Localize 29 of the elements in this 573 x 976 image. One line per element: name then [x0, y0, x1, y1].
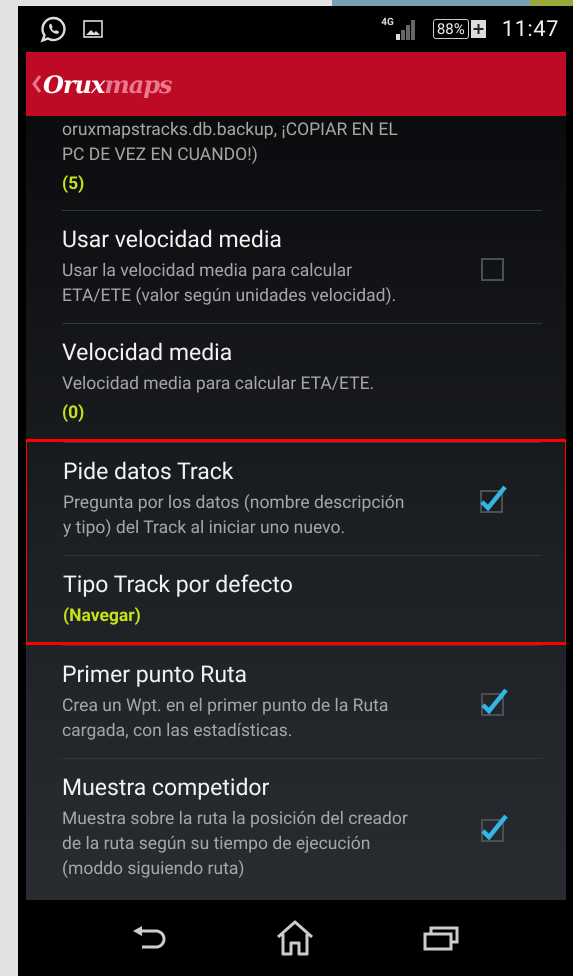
image-icon [83, 20, 103, 38]
app-logo: Oruxmaps [43, 70, 172, 98]
clock-time: 11:47 [502, 16, 559, 42]
setting-description: Muestra sobre la ruta la posición del creador de la ruta según su tiempo de ejecución (moddo siguiendo ruta) [62, 808, 409, 881]
home-icon[interactable] [275, 920, 316, 956]
setting-description: Velocidad media para calcular ETA/ETE. [62, 373, 376, 396]
setting-title[interactable]: Muestra competidor [62, 773, 462, 803]
signal-icon [394, 18, 417, 40]
checkbox[interactable] [478, 687, 508, 717]
recent-apps-icon[interactable] [423, 925, 460, 951]
setting-description: Crea un Wpt. en el primer punto de la Ruta cargada, con las estadísticas. [62, 695, 390, 743]
setting-description: Usar la velocidad media para calcular ETA/ETE (valor según unidades velocidad). [62, 260, 398, 308]
setting-value: (Navegar) [63, 605, 142, 628]
chat-bubble-icon [40, 16, 67, 42]
setting-value: (0) [62, 402, 86, 425]
battery-level: 88% [432, 19, 469, 39]
checkbox[interactable] [478, 812, 508, 842]
setting-title[interactable]: Pide datos Track [63, 457, 461, 487]
setting-title[interactable]: Primer punto Ruta [62, 660, 462, 690]
setting-title[interactable]: Usar velocidad media [62, 225, 462, 255]
setting-title[interactable]: Velocidad media [62, 338, 542, 368]
plus-icon [470, 20, 486, 38]
setting-description: Pregunta por los datos (nombre descripción y tipo) del Track al iniciar uno nuevo. [63, 492, 406, 540]
setting-title[interactable]: Tipo Track por defecto [63, 570, 541, 600]
back-icon[interactable] [132, 925, 168, 951]
network-label: 4G [381, 18, 394, 28]
checkbox[interactable] [477, 484, 507, 514]
setting-value: (5) [62, 173, 86, 196]
setting-description: oruxmapstracks.db.backup, ¡COPIAR EN EL PC DE VEZ EN CUANDO!) [62, 119, 399, 167]
